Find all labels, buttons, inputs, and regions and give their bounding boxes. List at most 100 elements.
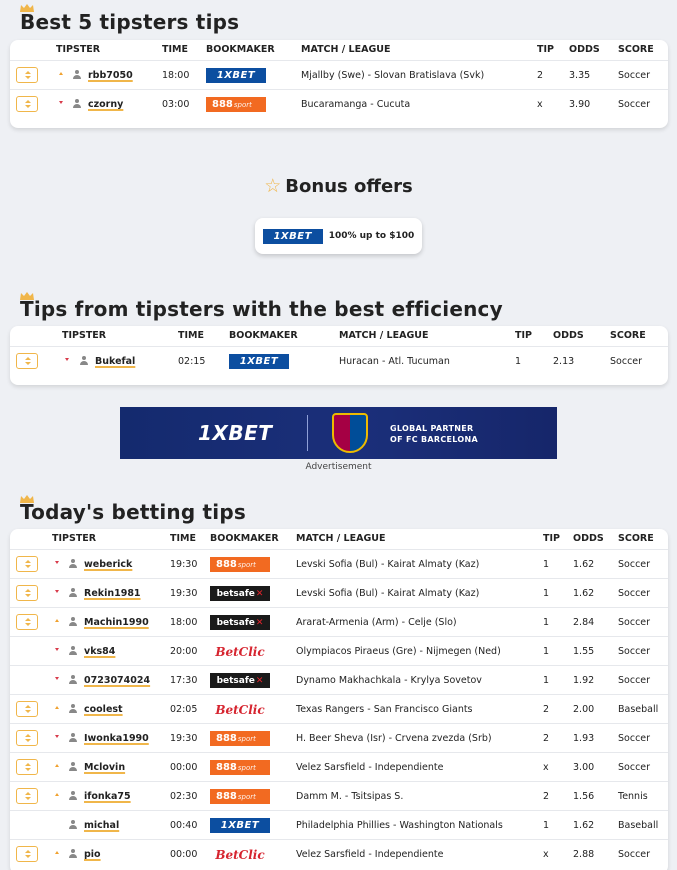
tip-time: 00:00 bbox=[170, 762, 198, 773]
bookmaker-logo-888sport[interactable]: 888 sport bbox=[210, 789, 270, 804]
match-name[interactable]: Levski Sofia (Bul) - Kairat Almaty (Kaz) bbox=[296, 559, 479, 570]
match-name[interactable]: Damm M. - Tsitsipas S. bbox=[296, 791, 403, 802]
trend-down-icon bbox=[55, 590, 59, 593]
odds-value: 1.93 bbox=[573, 733, 595, 744]
tip-value: 1 bbox=[515, 356, 522, 367]
favorite-button[interactable] bbox=[16, 96, 38, 112]
tip-value: 2 bbox=[543, 733, 550, 744]
trend-down-icon bbox=[55, 648, 59, 651]
favorite-button[interactable] bbox=[16, 353, 38, 369]
tipster-link[interactable]: coolest bbox=[84, 704, 123, 715]
user-icon bbox=[69, 559, 77, 568]
bookmaker-logo-1xbet[interactable]: 1XBET bbox=[210, 818, 270, 833]
bookmaker-logo-888sport[interactable]: 888 sport bbox=[210, 557, 270, 572]
odds-value: 1.62 bbox=[573, 588, 595, 599]
tipster-link[interactable]: rbb7050 bbox=[88, 70, 133, 81]
favorite-button[interactable] bbox=[16, 788, 38, 804]
trend-down-icon bbox=[55, 561, 59, 564]
user-icon bbox=[69, 762, 77, 771]
match-name[interactable]: Velez Sarsfield - Independiente bbox=[296, 762, 443, 773]
odds-value: 2.88 bbox=[573, 849, 595, 860]
table-row: ifonka75 02:30 888 sport Damm M. - Tsitsipas… bbox=[10, 781, 668, 810]
bookmaker-logo-betsafe[interactable]: betsafe ✕ bbox=[210, 673, 270, 688]
tipster-link[interactable]: Mclovin bbox=[84, 762, 125, 773]
tip-value: x bbox=[543, 762, 549, 773]
tipster-link[interactable]: Rekin1981 bbox=[84, 588, 141, 599]
bookmaker-logo-888sport[interactable]: 888 sport bbox=[206, 97, 266, 112]
tip-value: 1 bbox=[543, 559, 550, 570]
bookmaker-logo-1xbet[interactable]: 1XBET bbox=[229, 354, 289, 369]
favorite-button[interactable] bbox=[16, 614, 38, 630]
header-score: SCORE bbox=[618, 44, 654, 55]
match-name[interactable]: Huracan - Atl. Tucuman bbox=[339, 356, 450, 367]
favorite-button[interactable] bbox=[16, 701, 38, 717]
bookmaker-logo-betsafe[interactable]: betsafe ✕ bbox=[210, 586, 270, 601]
table-row: Bukefal 02:15 1XBET Huracan - Atl. Tucuman 1… bbox=[10, 346, 668, 375]
user-icon bbox=[69, 646, 77, 655]
bookmaker-logo-888sport[interactable]: 888 sport bbox=[210, 731, 270, 746]
tipster-link[interactable]: vks84 bbox=[84, 646, 115, 657]
match-name[interactable]: Velez Sarsfield - Independiente bbox=[296, 849, 443, 860]
advertisement-banner[interactable]: 1XBET GLOBAL PARTNER OF FC BARCELONA bbox=[120, 407, 557, 459]
tipster-link[interactable]: czorny bbox=[88, 99, 123, 110]
match-name[interactable]: Olympiacos Piraeus (Gre) - Nijmegen (Ned… bbox=[296, 646, 501, 657]
favorite-button[interactable] bbox=[16, 556, 38, 572]
betsafe-x-icon: ✕ bbox=[255, 588, 264, 599]
tipster-link[interactable]: 0723074024 bbox=[84, 675, 150, 686]
tip-time: 17:30 bbox=[170, 675, 198, 686]
bonus-title: ☆ Bonus offers bbox=[0, 175, 677, 197]
user-icon bbox=[69, 617, 77, 626]
tipster-link[interactable]: Bukefal bbox=[95, 356, 135, 367]
table-row: vks84 20:00 BetClic Olympiacos Piraeus (Gre… bbox=[10, 636, 668, 665]
user-icon bbox=[69, 675, 77, 684]
tip-value: x bbox=[543, 849, 549, 860]
match-name[interactable]: Bucaramanga - Cucuta bbox=[301, 99, 410, 110]
sport-name: Soccer bbox=[618, 617, 651, 628]
tipster-link[interactable]: pio bbox=[84, 849, 101, 860]
favorite-button[interactable] bbox=[16, 585, 38, 601]
tipster-link[interactable]: weberick bbox=[84, 559, 132, 570]
header-tip: TIP bbox=[515, 330, 532, 341]
match-name[interactable]: Dynamo Makhachkala - Krylya Sovetov bbox=[296, 675, 482, 686]
bookmaker-logo-1xbet[interactable]: 1XBET bbox=[206, 68, 266, 83]
trend-up-icon bbox=[55, 764, 59, 767]
tipster-link[interactable]: ifonka75 bbox=[84, 791, 131, 802]
bookmaker-logo-betclic[interactable]: BetClic bbox=[210, 702, 270, 717]
ad-partner-line2: OF FC BARCELONA bbox=[390, 435, 478, 444]
bookmaker-logo-888sport[interactable]: 888 sport bbox=[210, 760, 270, 775]
match-name[interactable]: Philadelphia Phillies - Washington Natio… bbox=[296, 820, 503, 831]
odds-value: 1.92 bbox=[573, 675, 595, 686]
user-icon bbox=[69, 820, 77, 829]
table-row: michal 00:40 1XBET Philadelphia Phillies - … bbox=[10, 810, 668, 839]
match-name[interactable]: Texas Rangers - San Francisco Giants bbox=[296, 704, 473, 715]
trend-up-icon bbox=[59, 72, 63, 75]
favorite-button[interactable] bbox=[16, 67, 38, 83]
bookmaker-logo-betclic[interactable]: BetClic bbox=[210, 847, 270, 862]
bookmaker-logo-betclic[interactable]: BetClic bbox=[210, 644, 270, 659]
match-name[interactable]: Levski Sofia (Bul) - Kairat Almaty (Kaz) bbox=[296, 588, 479, 599]
sport-name: Soccer bbox=[610, 356, 643, 367]
ad-brand: 1XBET bbox=[198, 421, 273, 445]
tipster-link[interactable]: Machin1990 bbox=[84, 617, 149, 628]
tipster-link[interactable]: Iwonka1990 bbox=[84, 733, 149, 744]
match-name[interactable]: Ararat-Armenia (Arm) - Celje (Slo) bbox=[296, 617, 457, 628]
tip-value: x bbox=[537, 99, 543, 110]
tip-value: 1 bbox=[543, 617, 550, 628]
section-title-today: Today's betting tips bbox=[20, 500, 246, 524]
favorite-button[interactable] bbox=[16, 846, 38, 862]
odds-value: 1.56 bbox=[573, 791, 595, 802]
logo-sub: sport bbox=[237, 792, 256, 801]
match-name[interactable]: Mjallby (Swe) - Slovan Bratislava (Svk) bbox=[301, 70, 484, 81]
bonus-offer-button[interactable]: 1XBET 100% up to $100 bbox=[255, 218, 422, 254]
sport-name: Baseball bbox=[618, 820, 659, 831]
bookmaker-logo-betsafe[interactable]: betsafe ✕ bbox=[210, 615, 270, 630]
star-icon: ☆ bbox=[264, 175, 282, 197]
match-name[interactable]: H. Beer Sheva (Isr) - Crvena zvezda (Srb… bbox=[296, 733, 492, 744]
tip-value: 2 bbox=[537, 70, 544, 81]
favorite-button[interactable] bbox=[16, 759, 38, 775]
tip-time: 00:00 bbox=[170, 849, 198, 860]
user-icon bbox=[73, 70, 81, 79]
section-title-best: Best 5 tipsters tips bbox=[20, 10, 240, 34]
favorite-button[interactable] bbox=[16, 730, 38, 746]
tipster-link[interactable]: michal bbox=[84, 820, 119, 831]
